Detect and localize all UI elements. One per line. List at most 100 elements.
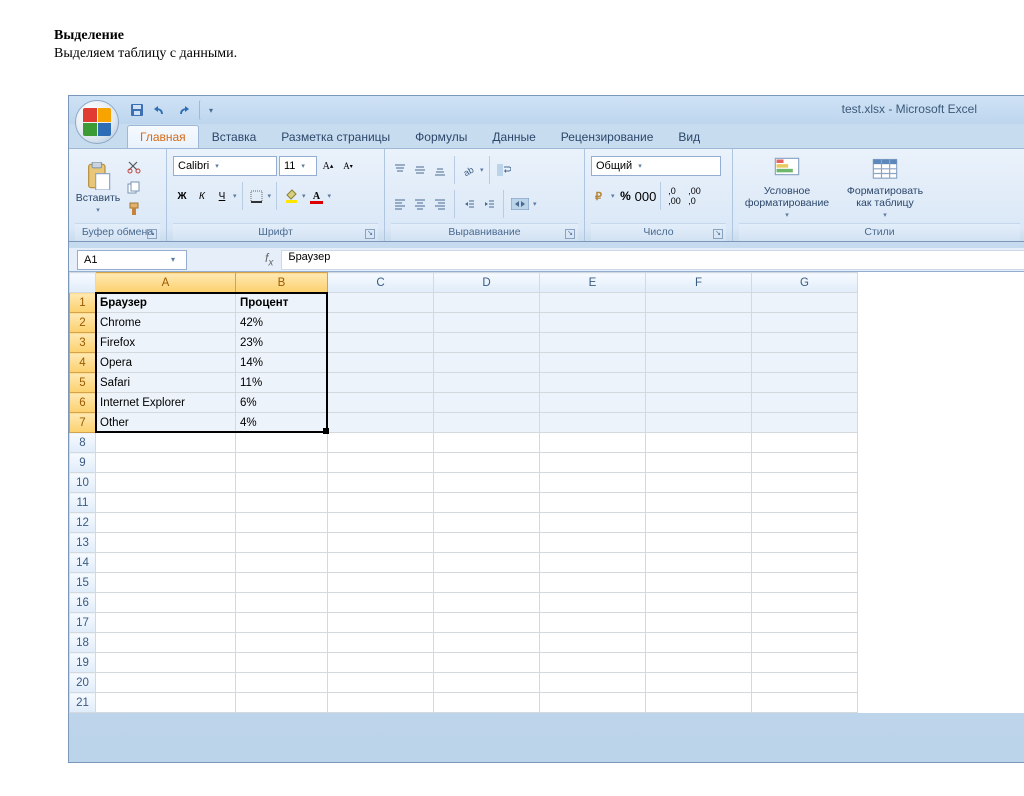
cell-D12[interactable] [434, 513, 540, 533]
cell-D3[interactable] [434, 333, 540, 353]
cell-G3[interactable] [752, 333, 858, 353]
row-header-18[interactable]: 18 [70, 633, 96, 653]
paste-button[interactable]: Вставить ▾ [75, 155, 121, 221]
cell-D11[interactable] [434, 493, 540, 513]
cell-B13[interactable] [236, 533, 328, 553]
cell-B14[interactable] [236, 553, 328, 573]
row-header-9[interactable]: 9 [70, 453, 96, 473]
cell-A4[interactable]: Opera [96, 353, 236, 373]
cell-B4[interactable]: 14% [236, 353, 328, 373]
cell-G7[interactable] [752, 413, 858, 433]
row-header-14[interactable]: 14 [70, 553, 96, 573]
col-header-D[interactable]: D [434, 273, 540, 293]
cell-E7[interactable] [540, 413, 646, 433]
cell-F10[interactable] [646, 473, 752, 493]
row-header-6[interactable]: 6 [70, 393, 96, 413]
cell-A2[interactable]: Chrome [96, 313, 236, 333]
merge-cells-button[interactable] [509, 195, 531, 213]
row-header-15[interactable]: 15 [70, 573, 96, 593]
number-format-combo[interactable]: Общий▾ [591, 156, 721, 176]
left-align-button[interactable] [391, 195, 409, 213]
col-header-B[interactable]: B [236, 273, 328, 293]
cell-A9[interactable] [96, 453, 236, 473]
cell-A6[interactable]: Internet Explorer [96, 393, 236, 413]
select-all-corner[interactable] [70, 273, 96, 293]
cell-A11[interactable] [96, 493, 236, 513]
cell-A8[interactable] [96, 433, 236, 453]
cell-G9[interactable] [752, 453, 858, 473]
undo-button[interactable] [150, 100, 170, 120]
cell-C5[interactable] [328, 373, 434, 393]
name-box[interactable]: A1▾ [77, 250, 187, 270]
cell-E10[interactable] [540, 473, 646, 493]
col-header-G[interactable]: G [752, 273, 858, 293]
cell-C14[interactable] [328, 553, 434, 573]
tab-разметка страницы[interactable]: Разметка страницы [269, 126, 402, 148]
tab-формулы[interactable]: Формулы [403, 126, 479, 148]
cell-F13[interactable] [646, 533, 752, 553]
cell-G2[interactable] [752, 313, 858, 333]
row-header-8[interactable]: 8 [70, 433, 96, 453]
tab-вставка[interactable]: Вставка [200, 126, 269, 148]
cell-D2[interactable] [434, 313, 540, 333]
accounting-format-button[interactable]: ₽ [591, 187, 609, 205]
cell-E13[interactable] [540, 533, 646, 553]
cell-C19[interactable] [328, 653, 434, 673]
row-header-21[interactable]: 21 [70, 693, 96, 713]
cell-B17[interactable] [236, 613, 328, 633]
cell-A5[interactable]: Safari [96, 373, 236, 393]
cell-F12[interactable] [646, 513, 752, 533]
cell-G14[interactable] [752, 553, 858, 573]
cell-G6[interactable] [752, 393, 858, 413]
cut-button[interactable] [125, 158, 143, 176]
row-header-5[interactable]: 5 [70, 373, 96, 393]
cell-B20[interactable] [236, 673, 328, 693]
cell-A20[interactable] [96, 673, 236, 693]
format-as-table-button[interactable]: Форматировать как таблицу ▾ [839, 155, 931, 221]
cell-C21[interactable] [328, 693, 434, 713]
cell-B6[interactable]: 6% [236, 393, 328, 413]
cell-E18[interactable] [540, 633, 646, 653]
col-header-E[interactable]: E [540, 273, 646, 293]
decrease-indent-button[interactable] [460, 195, 478, 213]
cell-C1[interactable] [328, 293, 434, 313]
cell-B2[interactable]: 42% [236, 313, 328, 333]
cell-C7[interactable] [328, 413, 434, 433]
dialog-launcher-icon[interactable]: ↘ [365, 229, 375, 239]
cell-F4[interactable] [646, 353, 752, 373]
cell-C20[interactable] [328, 673, 434, 693]
row-header-4[interactable]: 4 [70, 353, 96, 373]
cell-E9[interactable] [540, 453, 646, 473]
cell-E19[interactable] [540, 653, 646, 673]
cell-C17[interactable] [328, 613, 434, 633]
qat-customize[interactable]: ▾ [199, 100, 219, 120]
cell-F11[interactable] [646, 493, 752, 513]
cell-G21[interactable] [752, 693, 858, 713]
comma-button[interactable]: 000 [637, 187, 655, 205]
cell-A21[interactable] [96, 693, 236, 713]
cell-F7[interactable] [646, 413, 752, 433]
cell-B11[interactable] [236, 493, 328, 513]
cell-C18[interactable] [328, 633, 434, 653]
cell-F1[interactable] [646, 293, 752, 313]
row-header-13[interactable]: 13 [70, 533, 96, 553]
cell-A18[interactable] [96, 633, 236, 653]
cell-B18[interactable] [236, 633, 328, 653]
row-header-19[interactable]: 19 [70, 653, 96, 673]
percent-button[interactable]: % [617, 187, 635, 205]
cell-F9[interactable] [646, 453, 752, 473]
formula-input[interactable]: Браузер [281, 250, 1024, 270]
decrease-decimal-button[interactable]: ,00,0 [686, 187, 704, 205]
row-header-11[interactable]: 11 [70, 493, 96, 513]
cell-G16[interactable] [752, 593, 858, 613]
underline-button[interactable]: Ч [213, 187, 231, 205]
cell-D14[interactable] [434, 553, 540, 573]
conditional-formatting-button[interactable]: Условное форматирование ▾ [739, 155, 835, 221]
cell-D21[interactable] [434, 693, 540, 713]
cell-E21[interactable] [540, 693, 646, 713]
cell-E17[interactable] [540, 613, 646, 633]
cell-E14[interactable] [540, 553, 646, 573]
cell-D9[interactable] [434, 453, 540, 473]
cell-C13[interactable] [328, 533, 434, 553]
cell-E1[interactable] [540, 293, 646, 313]
